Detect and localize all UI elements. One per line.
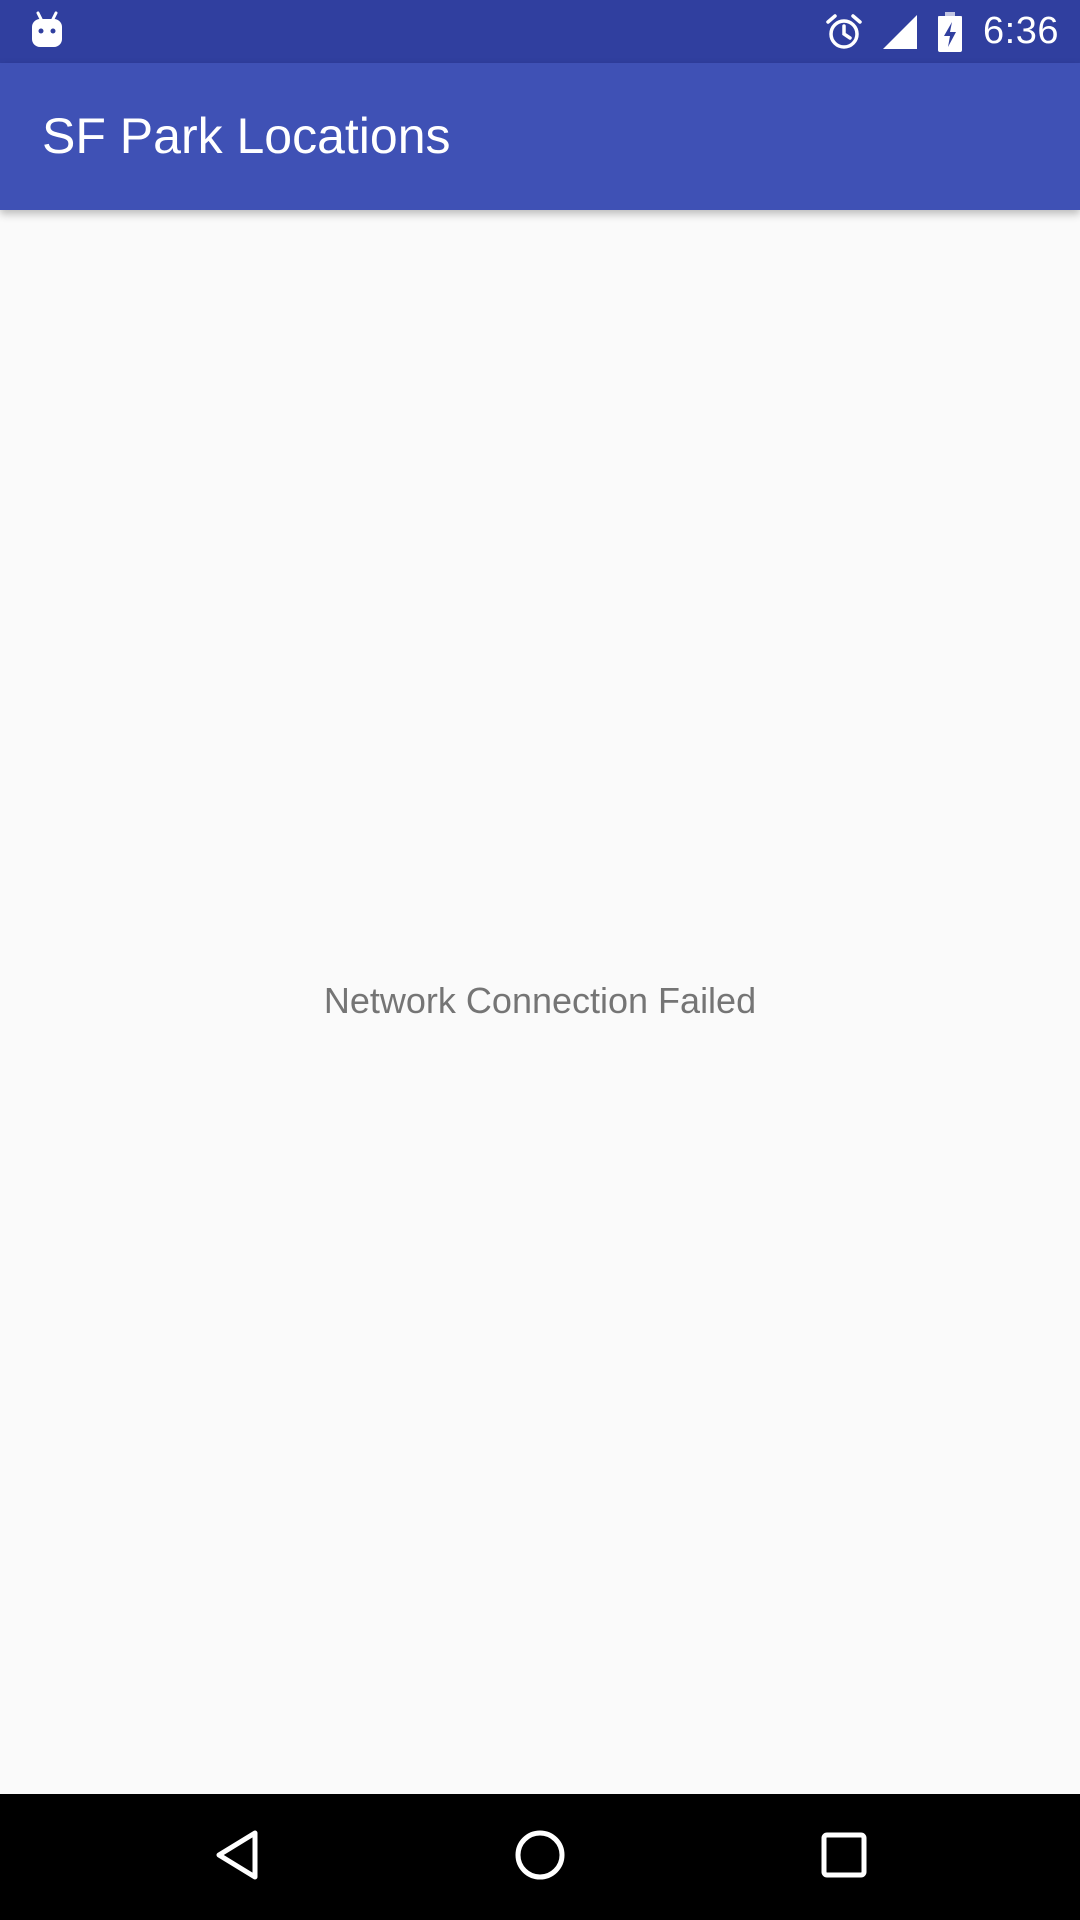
android-icon: [30, 11, 64, 49]
status-icons: 6:36: [825, 0, 1059, 63]
recents-button[interactable]: [764, 1794, 924, 1920]
clock: 6:36: [983, 10, 1059, 52]
app-bar: SF Park Locations: [0, 63, 1080, 210]
back-button[interactable]: [157, 1794, 317, 1920]
navigation-bar: [0, 1794, 1080, 1920]
back-icon: [213, 1829, 261, 1886]
status-bar: 6:36: [0, 0, 1080, 63]
error-message: Network Connection Failed: [323, 980, 757, 1021]
home-icon: [514, 1829, 566, 1886]
home-button[interactable]: [460, 1794, 620, 1920]
signal-icon: [881, 13, 919, 51]
alarm-icon: [825, 13, 863, 51]
main-content: Network Connection Failed: [0, 210, 1080, 1794]
battery-charging-icon: [937, 11, 963, 52]
screen: 6:36 SF Park Locations Network Connectio…: [0, 0, 1080, 1920]
app-title: SF Park Locations: [42, 108, 451, 164]
recents-icon: [821, 1832, 867, 1883]
